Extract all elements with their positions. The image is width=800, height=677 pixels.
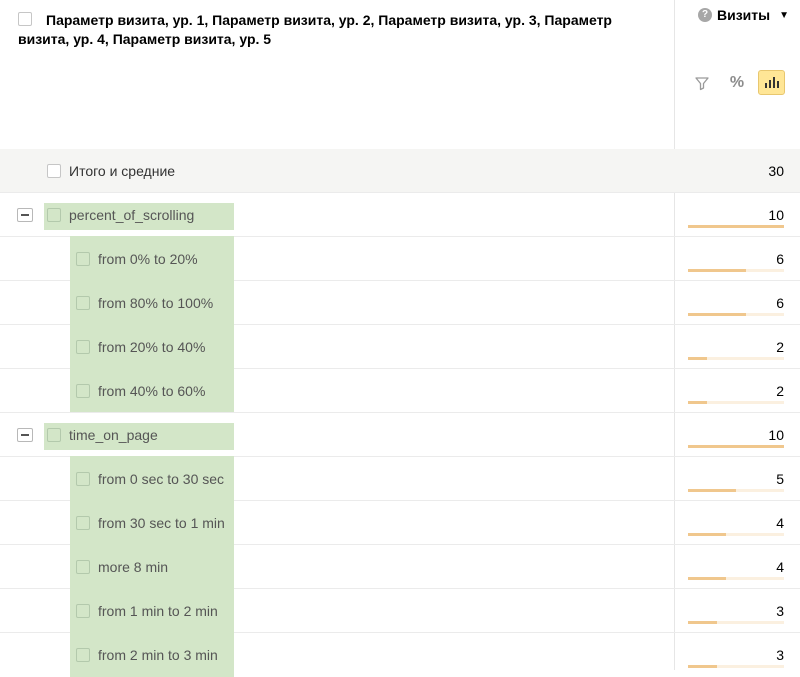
row-value: 5 [776,471,784,487]
metric-label: Визиты [717,7,771,23]
row-label: from 80% to 100% [98,295,214,311]
row-value: 10 [768,207,784,223]
share-bar-fill [688,313,746,316]
total-row-value: 30 [768,163,784,179]
bar-chart-icon[interactable] [758,70,785,95]
share-bar [688,357,784,360]
share-bar [688,313,784,316]
row-checkbox[interactable] [76,472,90,486]
help-icon[interactable]: ? [698,8,712,22]
metric-header[interactable]: ? Визиты ▼ [698,7,789,23]
share-bar [688,401,784,404]
share-bar [688,621,784,624]
share-bar [688,489,784,492]
row-checkbox[interactable] [76,604,90,618]
row-value: 3 [776,647,784,663]
filter-icon[interactable] [690,71,714,95]
row-value: 4 [776,515,784,531]
row-checkbox[interactable] [47,428,61,442]
row-label: more 8 min [98,559,169,575]
row-checkbox[interactable] [76,252,90,266]
row-value: 10 [768,427,784,443]
share-bar [688,445,784,448]
total-row-label: Итого и средние [69,163,176,179]
row-value: 6 [776,251,784,267]
row-checkbox[interactable] [76,516,90,530]
table-row[interactable]: from 2 min to 3 min 3 [0,632,800,677]
share-bar-fill [688,489,736,492]
share-bar [688,665,784,668]
dimensions-title: Параметр визита, ур. 1, Параметр визита,… [18,12,612,47]
table-row[interactable]: more 8 min 4 [0,544,800,589]
percent-icon[interactable]: % [725,71,749,95]
row-value: 3 [776,603,784,619]
row-label: time_on_page [69,427,158,443]
row-checkbox[interactable] [76,384,90,398]
row-checkbox[interactable] [47,208,61,222]
group-row[interactable]: percent_of_scrolling 10 [0,192,800,236]
table-row[interactable]: from 20% to 40% 2 [0,324,800,369]
row-value: 2 [776,339,784,355]
row-value: 4 [776,559,784,575]
row-checkbox[interactable] [76,648,90,662]
row-label: from 20% to 40% [98,339,206,355]
table-row[interactable]: from 1 min to 2 min 3 [0,588,800,633]
share-bar-fill [688,357,707,360]
table-row[interactable]: from 80% to 100% 6 [0,280,800,325]
share-bar-fill [688,665,717,668]
row-value: 2 [776,383,784,399]
collapse-icon[interactable] [17,208,33,222]
group-row[interactable]: time_on_page 10 [0,412,800,456]
row-label: percent_of_scrolling [69,207,195,223]
table-row[interactable]: from 0 sec to 30 sec 5 [0,456,800,501]
row-label: from 0% to 20% [98,251,198,267]
collapse-icon[interactable] [17,428,33,442]
total-row: Итого и средние 30 [0,149,800,192]
table-row[interactable]: from 0% to 20% 6 [0,236,800,281]
table-row[interactable]: from 30 sec to 1 min 4 [0,500,800,545]
row-checkbox[interactable] [76,560,90,574]
row-label: from 40% to 60% [98,383,206,399]
row-label: from 1 min to 2 min [98,603,218,619]
total-row-checkbox[interactable] [47,164,61,178]
row-checkbox[interactable] [76,296,90,310]
share-bar [688,533,784,536]
row-label: from 30 sec to 1 min [98,515,225,531]
share-bar-fill [688,225,784,228]
chevron-down-icon[interactable]: ▼ [779,10,789,21]
row-value: 6 [776,295,784,311]
share-bar [688,577,784,580]
share-bar-fill [688,401,707,404]
row-checkbox[interactable] [76,340,90,354]
share-bar-fill [688,269,746,272]
share-bar [688,269,784,272]
table-row[interactable]: from 40% to 60% 2 [0,368,800,413]
share-bar-fill [688,533,726,536]
share-bar-fill [688,621,717,624]
share-bar [688,225,784,228]
share-bar-fill [688,445,784,448]
row-label: from 0 sec to 30 sec [98,471,225,487]
share-bar-fill [688,577,726,580]
row-label: from 2 min to 3 min [98,647,218,663]
